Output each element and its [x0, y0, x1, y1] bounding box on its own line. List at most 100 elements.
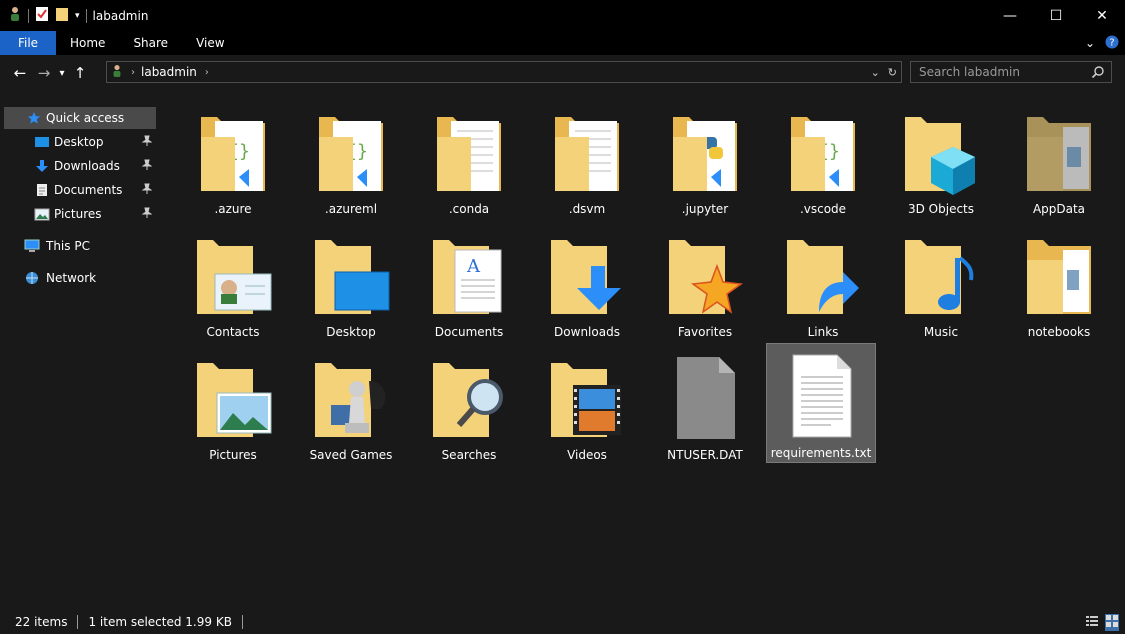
pin-icon[interactable]	[141, 159, 153, 174]
tab-share[interactable]: Share	[119, 31, 182, 55]
search-icon[interactable]	[1091, 65, 1105, 82]
folder-vscode-icon: {}	[773, 104, 873, 200]
desktop-icon	[34, 134, 50, 150]
nav-this-pc[interactable]: This PC	[4, 235, 156, 257]
file-item-selected[interactable]: requirements.txt	[766, 343, 876, 463]
folder-desktop-icon	[301, 227, 401, 323]
file-item[interactable]: .jupyter	[650, 100, 760, 220]
folder-document-icon	[537, 104, 637, 200]
file-item[interactable]: NTUSER.DAT	[650, 346, 760, 466]
tab-file[interactable]: File	[0, 31, 56, 55]
qa-separator	[85, 8, 87, 23]
chevron-right-icon[interactable]: ›	[131, 67, 135, 78]
status-separator	[77, 615, 79, 629]
file-item[interactable]: A Documents	[414, 223, 524, 343]
file-item[interactable]: notebooks	[1004, 223, 1114, 343]
tab-view[interactable]: View	[182, 31, 238, 55]
file-item-label: requirements.txt	[770, 446, 872, 460]
nav-desktop[interactable]: Desktop	[4, 131, 156, 153]
folder-favorites-icon	[655, 227, 755, 323]
picture-icon	[34, 206, 50, 222]
file-item[interactable]: Music	[886, 223, 996, 343]
file-item-label: .azure	[214, 202, 252, 216]
file-item-label: Videos	[567, 448, 607, 462]
nav-quick-access[interactable]: Quick access	[4, 107, 156, 129]
file-item[interactable]: {} .azureml	[296, 100, 406, 220]
qa-dropdown-icon[interactable]: ▾	[75, 11, 80, 21]
back-button[interactable]: ←	[8, 61, 32, 85]
file-item[interactable]: Saved Games	[296, 346, 406, 466]
address-bar[interactable]: › labadmin › ⌄ ↻	[106, 61, 902, 83]
breadcrumb-labadmin[interactable]: labadmin	[141, 65, 197, 79]
file-item[interactable]: Videos	[532, 346, 642, 466]
pin-icon[interactable]	[141, 183, 153, 198]
file-item[interactable]: .dsvm	[532, 100, 642, 220]
file-item[interactable]: Links	[768, 223, 878, 343]
file-item-label: Downloads	[554, 325, 620, 339]
address-row: ← → ▾ ↑ › labadmin › ⌄ ↻ Search labadmin	[0, 55, 1125, 91]
folder-contacts-icon	[183, 227, 283, 323]
file-item-label: 3D Objects	[907, 202, 975, 216]
qa-separator	[28, 8, 29, 23]
search-placeholder: Search labadmin	[919, 65, 1020, 79]
file-item[interactable]: 3D Objects	[886, 100, 996, 220]
details-view-icon[interactable]	[1085, 614, 1099, 631]
file-item-label: AppData	[1032, 202, 1086, 216]
nav-network[interactable]: Network	[4, 267, 156, 289]
folder-hidden-icon	[1009, 104, 1109, 200]
nav-downloads[interactable]: Downloads	[4, 155, 156, 177]
close-button[interactable]: ✕	[1079, 0, 1125, 31]
file-item-label: Documents	[434, 325, 504, 339]
file-item-label: .conda	[448, 202, 490, 216]
folder-links-icon	[773, 227, 873, 323]
user-folder-icon	[111, 64, 123, 81]
search-input[interactable]: Search labadmin	[910, 61, 1112, 83]
nav-pictures[interactable]: Pictures	[4, 203, 156, 225]
file-item[interactable]: Contacts	[178, 223, 288, 343]
folder-pictures-icon	[183, 350, 283, 446]
item-count: 22 items	[15, 615, 68, 629]
file-item[interactable]: Downloads	[532, 223, 642, 343]
folder-search-icon	[419, 350, 519, 446]
file-item[interactable]: Searches	[414, 346, 524, 466]
file-item-label: Favorites	[677, 325, 733, 339]
file-item[interactable]: {} .azure	[178, 100, 288, 220]
minimize-button[interactable]: —	[987, 0, 1033, 31]
file-item[interactable]: AppData	[1004, 100, 1114, 220]
status-bar: 22 items 1 item selected 1.99 KB	[0, 610, 1125, 634]
folder-vscode-icon: {}	[301, 104, 401, 200]
file-item-label: NTUSER.DAT	[667, 448, 743, 462]
file-item[interactable]: Desktop	[296, 223, 406, 343]
folder-games-icon	[301, 350, 401, 446]
network-icon	[24, 270, 40, 286]
nav-label: This PC	[46, 239, 90, 253]
ribbon-tabs: File Home Share View ⌄ ?	[0, 31, 1125, 55]
file-item[interactable]: Pictures	[178, 346, 288, 466]
expand-ribbon-icon[interactable]: ⌄	[1085, 36, 1095, 50]
pin-icon[interactable]	[141, 207, 153, 222]
maximize-button[interactable]: ☐	[1033, 0, 1079, 31]
folder-python-icon	[655, 104, 755, 200]
blank-file-icon	[655, 350, 755, 446]
new-folder-icon[interactable]	[55, 6, 69, 25]
properties-icon[interactable]	[35, 6, 49, 25]
help-icon[interactable]: ?	[1105, 35, 1119, 52]
nav-documents[interactable]: Documents	[4, 179, 156, 201]
file-list: {} .azure {} .azureml .conda .dsvm .jupy…	[178, 97, 1118, 607]
chevron-right-icon[interactable]: ›	[205, 67, 209, 78]
text-file-icon	[771, 348, 871, 444]
recent-locations-button[interactable]: ▾	[56, 61, 68, 85]
file-item[interactable]: Favorites	[650, 223, 760, 343]
tab-home[interactable]: Home	[56, 31, 119, 55]
forward-button[interactable]: →	[32, 61, 56, 85]
file-item[interactable]: {} .vscode	[768, 100, 878, 220]
large-icons-view-icon[interactable]	[1105, 614, 1119, 631]
up-button[interactable]: ↑	[68, 61, 92, 85]
refresh-icon[interactable]: ↻	[888, 66, 897, 79]
address-dropdown-icon[interactable]: ⌄	[871, 66, 880, 79]
file-item[interactable]: .conda	[414, 100, 524, 220]
navigation-pane: Quick access Desktop Downloads Documents…	[0, 97, 162, 607]
download-arrow-icon	[34, 158, 50, 174]
nav-label: Quick access	[46, 111, 125, 125]
pin-icon[interactable]	[141, 135, 153, 150]
